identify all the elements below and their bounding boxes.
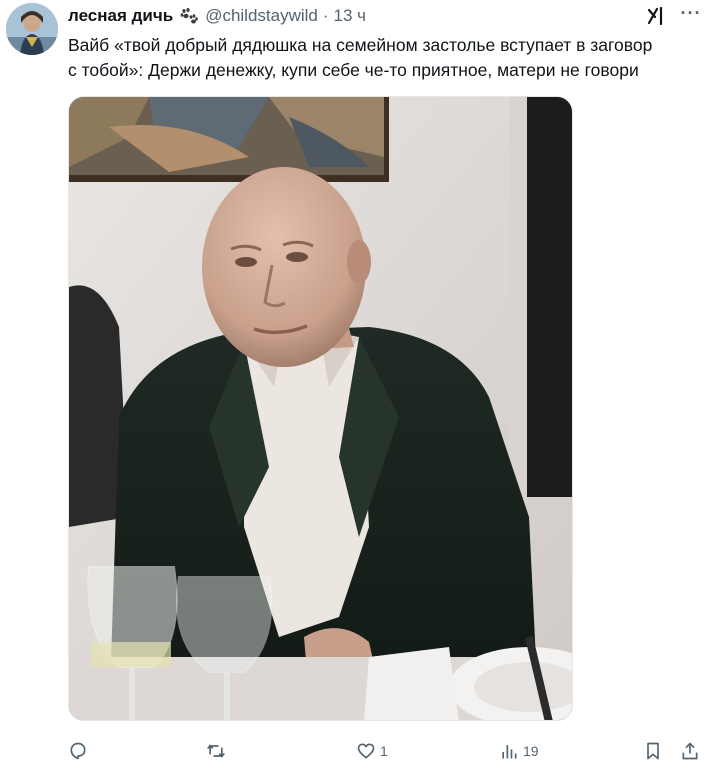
retweet-icon: [207, 744, 225, 758]
display-name[interactable]: лесная дичь: [68, 6, 173, 26]
tweet: лесная дичь @childstaywild · 13 ч ··· Ва…: [0, 0, 720, 777]
views-chart-icon: [502, 745, 517, 759]
views-button[interactable]: 19: [499, 739, 539, 763]
timestamp[interactable]: 13 ч: [334, 6, 367, 26]
avatar[interactable]: [6, 3, 58, 55]
share-icon: [682, 742, 698, 760]
reply-button[interactable]: [68, 739, 92, 763]
reply-icon: [70, 742, 86, 760]
bookmark-button[interactable]: [643, 739, 663, 763]
tweet-text: Вайб «твой добрый дядюшка на семейном за…: [68, 33, 708, 83]
author-handle[interactable]: @childstaywild: [205, 6, 318, 26]
tweet-text-line: с тобой»: Держи денежку, купи себе че-то…: [68, 60, 639, 80]
like-button[interactable]: 1: [356, 739, 388, 763]
more-icon[interactable]: ···: [678, 4, 704, 26]
retweet-button[interactable]: [206, 739, 230, 763]
tweet-text-line: Вайб «твой добрый дядюшка на семейном за…: [68, 35, 653, 55]
tweet-header: лесная дичь @childstaywild · 13 ч: [68, 5, 366, 27]
separator-dot: ·: [322, 6, 329, 25]
share-button[interactable]: [680, 739, 700, 763]
tweet-photo[interactable]: [68, 96, 573, 721]
bookmark-icon: [647, 742, 659, 760]
action-bar: 1 19: [0, 735, 720, 767]
paw-prints-icon: [179, 7, 199, 25]
grok-icon[interactable]: [645, 5, 667, 27]
heart-icon: [357, 743, 375, 759]
views-count: 19: [523, 743, 539, 759]
like-count: 1: [380, 743, 388, 759]
